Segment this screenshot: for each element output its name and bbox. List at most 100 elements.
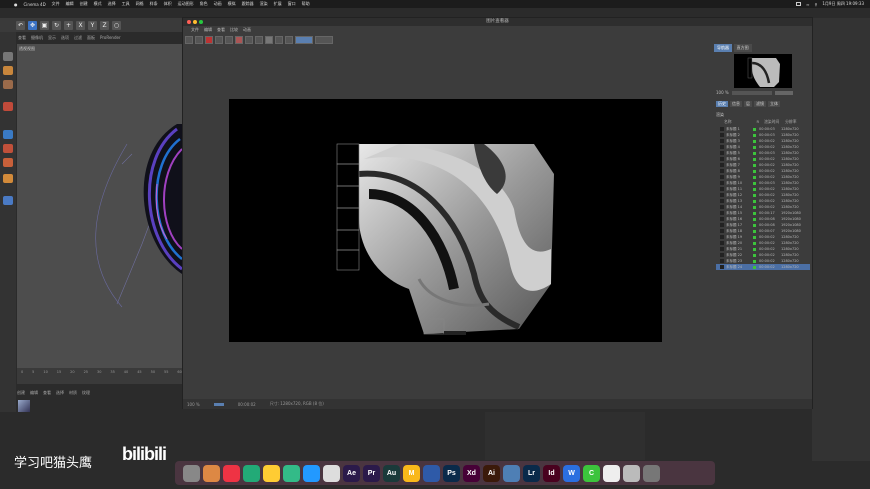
edges-mode-icon[interactable] bbox=[3, 102, 13, 111]
mat-menu-view[interactable]: 查看 bbox=[43, 390, 51, 396]
tab-stereo[interactable]: 立体 bbox=[768, 101, 780, 107]
dock-app-icon[interactable] bbox=[303, 464, 320, 482]
zoom-icon[interactable] bbox=[199, 20, 203, 24]
move-icon[interactable]: ✥ bbox=[28, 20, 37, 30]
menu-item[interactable]: 窗口 bbox=[288, 1, 296, 7]
workplane-icon[interactable] bbox=[3, 158, 13, 167]
fit-icon[interactable] bbox=[255, 36, 263, 44]
dock-app-icon[interactable]: Ai bbox=[483, 464, 500, 482]
tab-history[interactable]: 历史 bbox=[716, 101, 728, 107]
render-icon[interactable] bbox=[205, 36, 213, 44]
open-icon[interactable] bbox=[185, 36, 193, 44]
dock-app-icon[interactable] bbox=[423, 464, 440, 482]
menu-item[interactable]: 体积 bbox=[164, 1, 172, 7]
menu-item[interactable]: 渲染 bbox=[260, 1, 268, 7]
status-zoom[interactable]: 100 % bbox=[187, 402, 200, 407]
dock-app-icon[interactable] bbox=[623, 464, 640, 482]
model-mode-icon[interactable] bbox=[3, 52, 13, 61]
polygons-mode-icon[interactable] bbox=[3, 130, 13, 139]
vp-menu-prorender[interactable]: ProRender bbox=[100, 35, 121, 41]
menu-item[interactable]: 扩展 bbox=[274, 1, 282, 7]
mat-menu-material[interactable]: 材质 bbox=[69, 390, 77, 396]
texture-mode-icon[interactable] bbox=[3, 66, 13, 75]
vp-menu-filter[interactable]: 过滤 bbox=[74, 35, 82, 41]
menu-item[interactable]: 网格 bbox=[136, 1, 144, 7]
menu-item[interactable]: 角色 bbox=[200, 1, 208, 7]
minimize-icon[interactable] bbox=[193, 20, 197, 24]
pv-menu-view[interactable]: 查看 bbox=[217, 27, 225, 33]
tab-layers[interactable]: 层 bbox=[744, 101, 752, 107]
dock-app-icon[interactable]: Ps bbox=[443, 464, 460, 482]
apple-icon[interactable]: ● bbox=[14, 2, 18, 7]
material-swatch[interactable] bbox=[18, 400, 30, 412]
save-icon[interactable] bbox=[195, 36, 203, 44]
mat-menu-create[interactable]: 创建 bbox=[17, 390, 25, 396]
dock-app-icon[interactable]: Pr bbox=[363, 464, 380, 482]
display-icon[interactable] bbox=[275, 36, 283, 44]
coord-icon[interactable]: ○ bbox=[112, 20, 121, 30]
points-mode-icon[interactable] bbox=[3, 80, 13, 89]
wifi-icon[interactable]: ≈ bbox=[806, 2, 809, 7]
menu-item[interactable]: Cinema 4D bbox=[24, 2, 46, 7]
menu-item[interactable]: 选择 bbox=[108, 1, 116, 7]
play-icon[interactable] bbox=[295, 36, 313, 44]
axis-x-button[interactable]: X bbox=[76, 20, 85, 30]
dock-app-icon[interactable] bbox=[503, 464, 520, 482]
table-row[interactable]: 未标题 24 00:00:02 1280x720 bbox=[716, 264, 810, 270]
dock-app-icon[interactable] bbox=[203, 464, 220, 482]
search-icon[interactable]: ⚲ bbox=[814, 2, 817, 7]
vp-menu-panel[interactable]: 面板 bbox=[87, 35, 95, 41]
snap-icon[interactable] bbox=[3, 144, 13, 153]
pv-menu-edit[interactable]: 编辑 bbox=[204, 27, 212, 33]
col-resolution[interactable]: 分辨率 bbox=[785, 119, 810, 125]
dock-app-icon[interactable] bbox=[183, 464, 200, 482]
undo-icon[interactable]: ↶ bbox=[16, 20, 25, 30]
tab-filter[interactable]: 滤镜 bbox=[754, 101, 766, 107]
pv-menu-compare[interactable]: 比较 bbox=[230, 27, 238, 33]
battery-icon[interactable] bbox=[796, 2, 802, 6]
zoom-value[interactable]: 100 % bbox=[716, 90, 729, 95]
rotate-icon[interactable]: ↻ bbox=[52, 20, 61, 30]
stop-icon[interactable] bbox=[215, 36, 223, 44]
dock-app-icon[interactable]: C bbox=[583, 464, 600, 482]
col-r[interactable]: R bbox=[756, 119, 764, 125]
dock-app-icon[interactable] bbox=[283, 464, 300, 482]
dock-app-icon[interactable] bbox=[263, 464, 280, 482]
menu-item[interactable]: 跟踪器 bbox=[242, 1, 254, 7]
vp-menu-view[interactable]: 查看 bbox=[18, 35, 26, 41]
mat-menu-edit[interactable]: 编辑 bbox=[30, 390, 38, 396]
tab-info[interactable]: 信息 bbox=[730, 101, 742, 107]
menu-item[interactable]: 创建 bbox=[80, 1, 88, 7]
compare-a-icon[interactable] bbox=[235, 36, 243, 44]
dock-app-icon[interactable] bbox=[603, 464, 620, 482]
menu-item[interactable]: 样条 bbox=[150, 1, 158, 7]
zoom-field[interactable] bbox=[774, 90, 793, 95]
dock-app-icon[interactable] bbox=[323, 464, 340, 482]
dock-app-icon[interactable]: Id bbox=[543, 464, 560, 482]
axis-z-button[interactable]: Z bbox=[100, 20, 109, 30]
add-icon[interactable]: + bbox=[64, 20, 73, 30]
clock[interactable]: 1月9日 周四 19:09:33 bbox=[822, 1, 864, 7]
mat-menu-select[interactable]: 选择 bbox=[56, 390, 64, 396]
compare-b-icon[interactable] bbox=[245, 36, 253, 44]
dock-app-icon[interactable] bbox=[243, 464, 260, 482]
scale-icon[interactable]: ▣ bbox=[40, 20, 49, 30]
pv-menu-animation[interactable]: 动画 bbox=[243, 27, 251, 33]
menu-item[interactable]: 模式 bbox=[94, 1, 102, 7]
menu-item[interactable]: 编辑 bbox=[66, 1, 74, 7]
timeline[interactable]: 0 5 10 15 20 25 30 35 40 45 50 55 60 bbox=[17, 368, 182, 384]
vp-menu-options[interactable]: 选项 bbox=[61, 35, 69, 41]
vp-menu-camera[interactable]: 摄像机 bbox=[31, 35, 43, 41]
dock-app-icon[interactable]: Lr bbox=[523, 464, 540, 482]
dock-app-icon[interactable]: M bbox=[403, 464, 420, 482]
menu-item[interactable]: 帮助 bbox=[302, 1, 310, 7]
axis-y-button[interactable]: Y bbox=[88, 20, 97, 30]
menu-item[interactable]: 动画 bbox=[214, 1, 222, 7]
c4d-viewport[interactable]: 透视视图 bbox=[17, 44, 183, 368]
region-icon[interactable] bbox=[225, 36, 233, 44]
filter-icon[interactable] bbox=[285, 36, 293, 44]
dock-app-icon[interactable]: Ae bbox=[343, 464, 360, 482]
dock-app-icon[interactable]: Au bbox=[383, 464, 400, 482]
dock-app-icon[interactable]: Xd bbox=[463, 464, 480, 482]
dock-app-icon[interactable]: W bbox=[563, 464, 580, 482]
